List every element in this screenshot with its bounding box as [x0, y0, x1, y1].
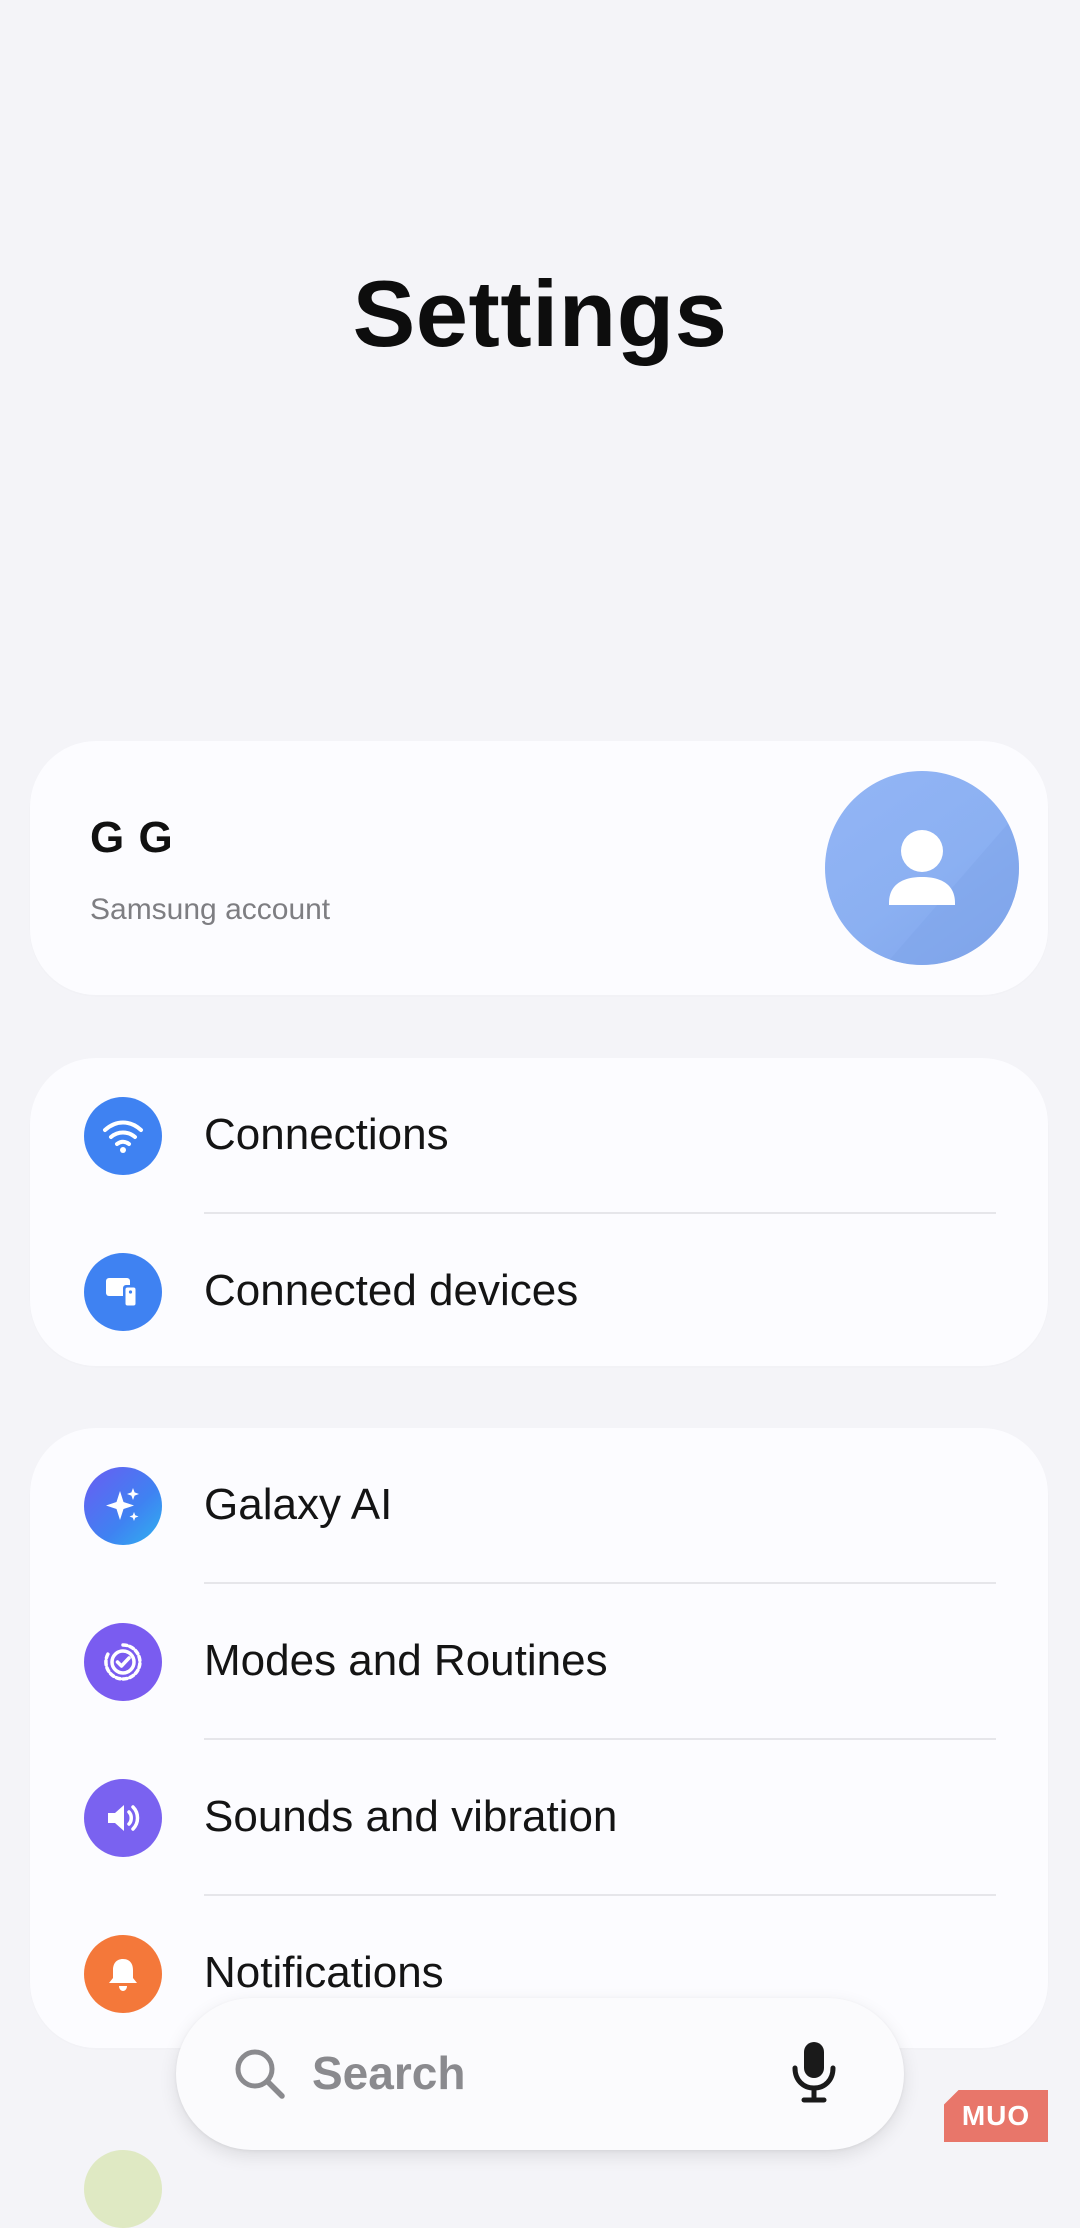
settings-item-label: Notifications — [204, 1948, 444, 1997]
settings-item-connections[interactable]: Connections — [30, 1058, 1048, 1214]
search-bar[interactable]: Search — [176, 1998, 904, 2150]
person-icon — [885, 811, 1019, 965]
account-name: G G — [90, 813, 174, 862]
check-circle-icon — [84, 1623, 162, 1701]
settings-item-label: Sounds and vibration — [204, 1792, 618, 1841]
settings-group-features: Galaxy AI Modes and Routines Sounds and … — [30, 1428, 1048, 2048]
avatar[interactable] — [825, 771, 1019, 965]
page-title: Settings — [352, 261, 728, 366]
devices-icon — [84, 1253, 162, 1331]
next-item-icon — [84, 2150, 162, 2228]
watermark-logo: MUO — [944, 2090, 1048, 2142]
mic-icon[interactable] — [784, 2038, 844, 2108]
settings-item-label: Galaxy AI — [204, 1480, 393, 1529]
samsung-account-card[interactable]: G G Samsung account — [30, 741, 1048, 995]
settings-item-sounds-and-vibration[interactable]: Sounds and vibration — [30, 1740, 1048, 1896]
search-input[interactable]: Search — [312, 2046, 465, 2100]
settings-item-label: Connections — [204, 1110, 449, 1159]
sparkle-icon — [84, 1467, 162, 1545]
bell-icon — [84, 1935, 162, 2013]
settings-item-galaxy-ai[interactable]: Galaxy AI — [30, 1428, 1048, 1584]
wifi-icon — [84, 1097, 162, 1175]
settings-item-label: Modes and Routines — [204, 1636, 608, 1685]
settings-group-connections: Connections Connected devices — [30, 1058, 1048, 1366]
settings-item-modes-and-routines[interactable]: Modes and Routines — [30, 1584, 1048, 1740]
volume-icon — [84, 1779, 162, 1857]
search-icon — [235, 2049, 285, 2099]
account-subtitle: Samsung account — [90, 893, 331, 926]
settings-item-label: Connected devices — [204, 1266, 579, 1315]
settings-item-connected-devices[interactable]: Connected devices — [30, 1214, 1048, 1370]
